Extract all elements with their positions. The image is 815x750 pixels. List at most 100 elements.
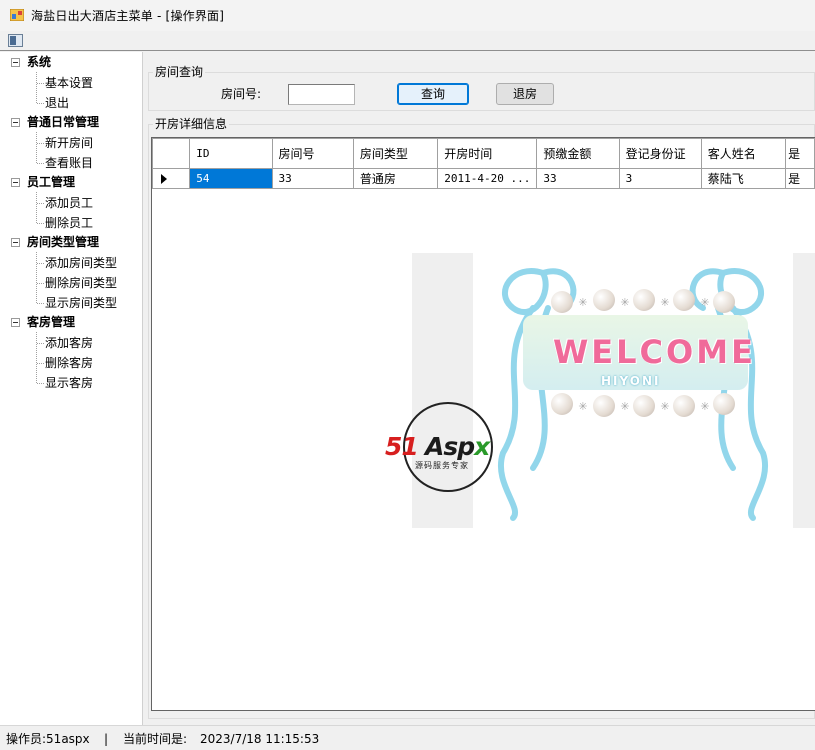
pearl-decoration <box>673 395 695 417</box>
tree-connector <box>37 203 44 204</box>
window-title: 海盐日出大酒店主菜单 - [操作界面] <box>31 9 225 23</box>
logo-number: 51 <box>385 432 419 461</box>
row-header[interactable] <box>152 168 191 189</box>
column-header-checkin-time[interactable]: 开房时间 <box>437 138 538 169</box>
room-details-group-label: 开房详细信息 <box>153 117 230 131</box>
pearl-decoration <box>551 291 573 313</box>
collapse-icon[interactable] <box>11 178 20 187</box>
tree-connector <box>37 103 44 104</box>
tree-connector <box>36 332 37 383</box>
column-header-id[interactable]: ID <box>189 138 273 169</box>
pearl-decoration <box>593 289 615 311</box>
sparkle-icon: ✳ <box>700 400 710 413</box>
mdi-child-window-icon[interactable] <box>8 34 23 47</box>
pearl-decoration <box>713 393 735 415</box>
tree-item-exit[interactable]: 退出 <box>45 93 69 113</box>
status-separator: | <box>104 732 109 746</box>
tree-connector <box>36 192 37 223</box>
tree-connector <box>36 132 37 163</box>
sparkle-icon: ✳ <box>620 400 630 413</box>
logo-brand: Aspx <box>425 432 490 461</box>
status-time-label: 当前时间是: <box>123 732 188 746</box>
tree-connector <box>37 303 44 304</box>
cell-id[interactable]: 54 <box>189 168 273 189</box>
tree-group-room-types[interactable]: 房间类型管理 <box>27 232 99 252</box>
tree-connector <box>37 223 44 224</box>
tree-connector <box>37 363 44 364</box>
query-button[interactable]: 查询 <box>397 83 469 105</box>
collapse-icon[interactable] <box>11 118 20 127</box>
welcome-image: ✳ ✳ ✳ ✳ ✳ ✳ ✳ ✳ WELCOME HIYONI <box>473 253 793 528</box>
column-header-deposit[interactable]: 预缴金额 <box>536 138 620 169</box>
tree-group-staff[interactable]: 员工管理 <box>27 172 75 192</box>
menu-bar <box>0 31 815 51</box>
column-header-id-card[interactable]: 登记身份证 <box>618 138 702 169</box>
tree-item-view-accounts[interactable]: 查看账目 <box>45 153 93 173</box>
cell-room-no[interactable]: 33 <box>271 168 354 189</box>
sparkle-icon: ✳ <box>660 296 670 309</box>
ribbon-decoration <box>498 268 768 521</box>
pearl-decoration <box>593 395 615 417</box>
room-query-group-label: 房间查询 <box>153 65 206 79</box>
welcome-text: WELCOME <box>553 333 756 371</box>
pearl-decoration <box>633 395 655 417</box>
tree-item-add-room-type[interactable]: 添加房间类型 <box>45 253 117 273</box>
collapse-icon[interactable] <box>11 58 20 67</box>
pearl-decoration <box>673 289 695 311</box>
tree-connector <box>37 283 44 284</box>
tree-group-daily[interactable]: 普通日常管理 <box>27 112 99 132</box>
column-header-more[interactable]: 是 <box>785 138 815 169</box>
collapse-icon[interactable] <box>11 318 20 327</box>
tree-group-rooms[interactable]: 客房管理 <box>27 312 75 332</box>
tree-connector <box>37 163 44 164</box>
sparkle-icon: ✳ <box>660 400 670 413</box>
column-header-room-no[interactable]: 房间号 <box>271 138 354 169</box>
tree-item-delete-room-type[interactable]: 删除房间类型 <box>45 273 117 293</box>
tree-connector <box>37 83 44 84</box>
sparkle-icon: ✳ <box>578 296 588 309</box>
navigation-tree[interactable]: 系统 基本设置 退出 普通日常管理 新开房间 查看账目 员工管理 添加员工 删除… <box>0 52 143 725</box>
tree-item-new-room[interactable]: 新开房间 <box>45 133 93 153</box>
sparkle-icon: ✳ <box>700 296 710 309</box>
tree-item-add-room[interactable]: 添加客房 <box>45 333 93 353</box>
window-titlebar: 海盐日出大酒店主菜单 - [操作界面] <box>0 0 815 31</box>
tree-item-basic-settings[interactable]: 基本设置 <box>45 73 93 93</box>
column-header-guest-name[interactable]: 客人姓名 <box>700 138 787 169</box>
logo-brand-b: x <box>474 432 490 461</box>
logo-brand-a: Asp <box>425 432 475 461</box>
grid-corner-cell[interactable] <box>152 138 191 169</box>
room-number-label: 房间号: <box>221 87 262 101</box>
tree-group-system[interactable]: 系统 <box>27 52 51 72</box>
tree-item-delete-staff[interactable]: 删除员工 <box>45 213 93 233</box>
tree-item-show-room-types[interactable]: 显示房间类型 <box>45 293 117 313</box>
tree-connector <box>37 343 44 344</box>
table-row[interactable]: 54 33 普通房 2011-4-20 ... 33 3 蔡陆飞 是 <box>152 168 815 189</box>
tree-connector <box>37 383 44 384</box>
room-number-input[interactable] <box>288 84 355 105</box>
tree-item-show-rooms[interactable]: 显示客房 <box>45 373 93 393</box>
pearl-decoration <box>633 289 655 311</box>
cell-more[interactable]: 是 <box>785 168 815 189</box>
app-icon <box>10 9 24 21</box>
tree-item-add-staff[interactable]: 添加员工 <box>45 193 93 213</box>
cell-deposit[interactable]: 33 <box>536 168 620 189</box>
sparkle-icon: ✳ <box>578 400 588 413</box>
tree-connector <box>37 263 44 264</box>
current-row-arrow-icon <box>161 174 167 184</box>
tree-connector <box>37 143 44 144</box>
cell-guest-name[interactable]: 蔡陆飞 <box>700 168 787 189</box>
column-header-room-type[interactable]: 房间类型 <box>352 138 439 169</box>
status-bar: 操作员:51aspx | 当前时间是: 2023/7/18 11:15:53 <box>0 725 815 750</box>
pearl-decoration <box>551 393 573 415</box>
grid-header-row: ID 房间号 房间类型 开房时间 预缴金额 登记身份证 客人姓名 是 <box>152 138 815 169</box>
cell-id-card[interactable]: 3 <box>618 168 702 189</box>
sparkle-icon: ✳ <box>620 296 630 309</box>
pearl-decoration <box>713 291 735 313</box>
collapse-icon[interactable] <box>11 238 20 247</box>
cell-room-type[interactable]: 普通房 <box>352 168 439 189</box>
tree-item-delete-room[interactable]: 删除客房 <box>45 353 93 373</box>
status-operator: 操作员:51aspx <box>6 732 90 746</box>
cell-checkin-time[interactable]: 2011-4-20 ... <box>437 168 538 189</box>
tree-connector <box>36 252 37 303</box>
checkout-button[interactable]: 退房 <box>496 83 554 105</box>
